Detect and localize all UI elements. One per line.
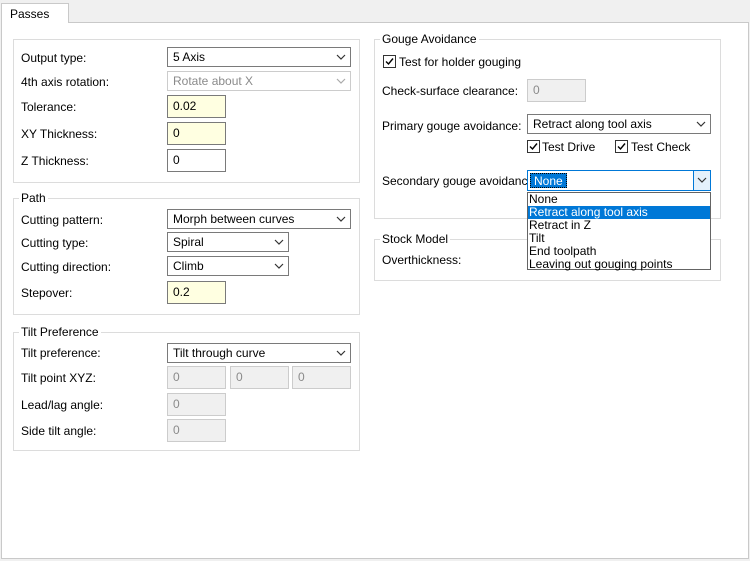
tilt-point-x-input: 0 (167, 366, 226, 389)
dropdown-button[interactable] (693, 171, 710, 190)
lead-lag-label: Lead/lag angle: (21, 398, 104, 412)
chevron-down-icon (336, 216, 346, 222)
stepover-label: Stepover: (21, 286, 73, 300)
checkmark-icon (385, 58, 394, 66)
overthickness-label: Overthickness: (382, 253, 462, 267)
chevron-down-icon (336, 54, 346, 60)
test-drive-label: Test Drive (542, 140, 596, 154)
secondary-gouge-label: Secondary gouge avoidance: (382, 174, 538, 188)
clearance-input: 0 (527, 79, 586, 102)
output-type-combo[interactable]: 5 Axis (167, 47, 351, 67)
chevron-down-icon (274, 263, 284, 269)
chevron-down-icon (696, 121, 706, 127)
secondary-gouge-options: None Retract along tool axis Retract in … (527, 192, 711, 271)
cutting-type-combo[interactable]: Spiral (167, 232, 289, 252)
cutting-direction-label: Cutting direction: (21, 260, 112, 274)
stock-group-title: Stock Model (380, 232, 451, 246)
clearance-label: Check-surface clearance: (382, 84, 519, 98)
secondary-gouge-combo[interactable]: None (527, 170, 711, 191)
cutting-pattern-combo[interactable]: Morph between curves (167, 209, 351, 229)
primary-gouge-label: Primary gouge avoidance: (382, 119, 522, 133)
holder-gouging-label: Test for holder gouging (399, 55, 522, 69)
z-thickness-input[interactable]: 0 (167, 149, 226, 172)
tolerance-input[interactable]: 0.02 (167, 95, 226, 118)
tab-passes[interactable]: Passes (1, 3, 69, 23)
path-group-title: Path (19, 191, 48, 205)
tilt-preference-label: Tilt preference: (21, 346, 101, 360)
option-retract-in-z[interactable]: Retract in Z (528, 219, 710, 232)
tilt-group-title: Tilt Preference (19, 325, 101, 339)
test-check-label: Test Check (631, 140, 691, 154)
gouge-group-title: Gouge Avoidance (380, 32, 479, 46)
chevron-down-icon (336, 350, 346, 356)
chevron-down-icon (336, 78, 346, 84)
tilt-point-label: Tilt point XYZ: (21, 371, 96, 385)
tilt-point-y-input: 0 (230, 366, 289, 389)
z-thickness-label: Z Thickness: (21, 154, 89, 168)
test-drive-checkbox[interactable] (527, 140, 540, 153)
cutting-type-label: Cutting type: (21, 236, 89, 250)
cutting-direction-combo[interactable]: Climb (167, 256, 289, 276)
lead-lag-input: 0 (167, 393, 226, 416)
tolerance-label: Tolerance: (21, 100, 77, 114)
chevron-down-icon (697, 177, 707, 183)
cutting-pattern-label: Cutting pattern: (21, 213, 104, 227)
tilt-preference-combo[interactable]: Tilt through curve (167, 343, 351, 363)
xy-thickness-input[interactable]: 0 (167, 122, 226, 145)
fourth-axis-label: 4th axis rotation: (21, 75, 110, 89)
tilt-point-z-input: 0 (292, 366, 351, 389)
checkmark-icon (529, 143, 538, 151)
output-type-label: Output type: (21, 51, 87, 65)
xy-thickness-label: XY Thickness: (21, 127, 98, 141)
option-leaving-out-gouging-points[interactable]: Leaving out gouging points (528, 258, 710, 271)
primary-gouge-combo[interactable]: Retract along tool axis (527, 114, 711, 134)
fourth-axis-combo: Rotate about X (167, 71, 351, 91)
test-check-checkbox[interactable] (615, 140, 628, 153)
checkmark-icon (617, 143, 626, 151)
stepover-input[interactable]: 0.2 (167, 281, 226, 304)
chevron-down-icon (274, 239, 284, 245)
holder-gouging-checkbox[interactable] (383, 55, 396, 68)
side-tilt-input: 0 (167, 419, 226, 442)
side-tilt-label: Side tilt angle: (21, 424, 97, 438)
